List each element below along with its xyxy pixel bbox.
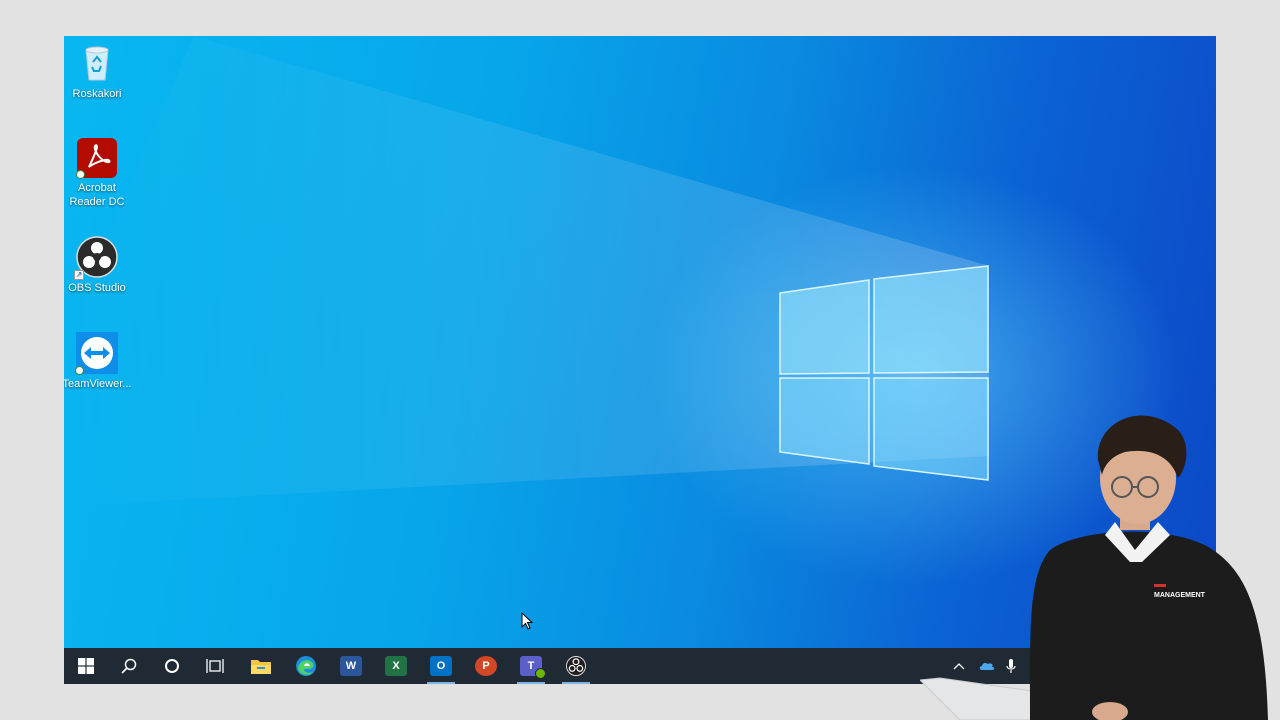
desktop-icon-label: OBS Studio [68, 282, 126, 294]
desktop-icon-obs-studio[interactable]: ↗ OBS Studio [64, 236, 132, 295]
sync-check-icon [76, 170, 85, 179]
status-available-icon [535, 668, 546, 679]
word-button[interactable]: W [329, 648, 373, 684]
obs-studio-icon [566, 656, 586, 676]
presenter-video-overlay: MANAGEMENT [920, 415, 1268, 720]
desktop-icon-label: Roskakori [72, 88, 122, 100]
acrobat-reader-icon [76, 138, 117, 179]
teamviewer-icon [75, 332, 118, 375]
excel-button[interactable]: X [374, 648, 418, 684]
desktop-icon-acrobat-reader[interactable]: Acrobat Reader DC [64, 138, 132, 209]
windows-start-icon [78, 658, 94, 674]
edge-button[interactable] [284, 648, 328, 684]
cortana-button[interactable] [150, 648, 194, 684]
desktop-icon-label: Acrobat Reader DC [69, 182, 125, 208]
file-explorer-button[interactable] [239, 648, 283, 684]
start-button[interactable] [64, 648, 108, 684]
outlook-icon: O [430, 656, 452, 676]
search-icon [121, 658, 137, 674]
recycle-bin-icon [76, 42, 118, 84]
outlook-button[interactable]: O [419, 648, 463, 684]
powerpoint-button[interactable]: P [464, 648, 508, 684]
teams-button[interactable]: T [509, 648, 553, 684]
mouse-cursor-icon [521, 612, 533, 630]
file-explorer-icon [251, 660, 271, 674]
powerpoint-icon: P [475, 656, 497, 676]
desktop-icon-teamviewer[interactable]: TeamViewer... [64, 332, 132, 391]
shirt-logo-text: MANAGEMENT [1154, 592, 1206, 599]
sync-check-icon [75, 366, 84, 375]
teams-letter: T [527, 660, 535, 672]
task-view-button[interactable] [193, 648, 237, 684]
desktop-icon-label: TeamViewer... [64, 378, 132, 390]
excel-icon: X [385, 656, 407, 676]
teams-icon: T [520, 656, 546, 679]
edge-icon [296, 656, 316, 676]
desktop-icon-recycle-bin[interactable]: Roskakori [64, 42, 132, 101]
word-icon: W [340, 656, 362, 676]
cortana-icon [165, 659, 179, 673]
obs-studio-taskbar-button[interactable] [554, 648, 598, 684]
shortcut-arrow-icon: ↗ [74, 270, 84, 280]
task-view-icon [206, 659, 224, 673]
search-button[interactable] [107, 648, 151, 684]
obs-studio-icon: ↗ [74, 236, 118, 280]
